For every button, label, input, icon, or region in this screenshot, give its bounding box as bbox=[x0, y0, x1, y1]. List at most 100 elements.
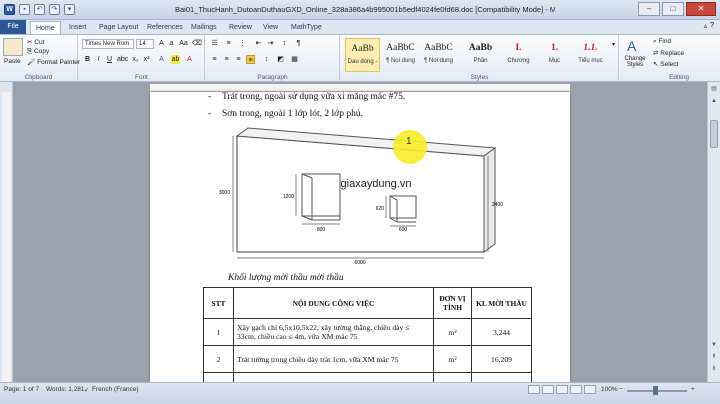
editing-label: Editing bbox=[669, 74, 689, 81]
web-layout-icon[interactable] bbox=[556, 385, 568, 394]
highlight-icon[interactable]: ab bbox=[171, 55, 180, 64]
numbering-icon[interactable]: ≡ bbox=[224, 39, 233, 48]
zoom-level[interactable]: 100% bbox=[601, 386, 618, 393]
borders-icon[interactable]: ▦ bbox=[290, 55, 299, 64]
select-button[interactable]: ↖ Select bbox=[653, 60, 678, 68]
underline-icon[interactable]: U bbox=[105, 55, 114, 64]
word-count[interactable]: Words: 1,281 bbox=[46, 386, 85, 393]
grow-font-icon[interactable]: A bbox=[157, 39, 166, 48]
align-right-icon[interactable]: ≡ bbox=[234, 55, 243, 64]
shrink-font-icon[interactable]: a bbox=[167, 39, 176, 48]
strikethrough-icon[interactable]: abc bbox=[117, 55, 128, 64]
style-noi-dung-2[interactable]: AaBbC ¶ Noi dung bbox=[421, 38, 456, 72]
show-marks-icon[interactable]: ¶ bbox=[294, 39, 303, 48]
change-case-icon[interactable]: Aa bbox=[179, 39, 188, 48]
close-button[interactable]: ✕ bbox=[686, 2, 716, 16]
tab-view[interactable]: View bbox=[258, 21, 283, 34]
style-dau-dong[interactable]: AaBb Dau dong - bbox=[345, 38, 380, 72]
paste-icon[interactable] bbox=[3, 38, 23, 56]
change-styles-button[interactable]: Change Styles bbox=[622, 56, 648, 68]
page-count[interactable]: Page: 1 of 7 bbox=[4, 386, 39, 393]
style-noi-dung-1[interactable]: AaBbC ¶ Noi dung bbox=[383, 38, 418, 72]
format-painter-icon: 🖌 bbox=[27, 59, 38, 66]
shading-icon[interactable]: ◩ bbox=[276, 55, 285, 64]
tab-page-layout[interactable]: Page Layout bbox=[94, 21, 143, 34]
print-layout-icon[interactable] bbox=[528, 385, 540, 394]
next-page-icon[interactable]: ⇟ bbox=[709, 364, 719, 374]
vertical-scrollbar[interactable]: ▤ ▲ ▼ ⇞ ⇟ bbox=[707, 82, 720, 382]
align-center-icon[interactable]: ≡ bbox=[222, 55, 231, 64]
style-phan[interactable]: AaBb Phần bbox=[463, 38, 498, 72]
language[interactable]: French (France) bbox=[92, 386, 139, 393]
scroll-thumb[interactable] bbox=[710, 120, 718, 148]
copy-button[interactable]: ⎘ Copy bbox=[27, 48, 49, 56]
superscript-icon[interactable]: x² bbox=[142, 55, 151, 64]
bold-icon[interactable]: B bbox=[83, 55, 92, 64]
cell-unit: m² bbox=[433, 372, 472, 382]
tab-home[interactable]: Home bbox=[30, 21, 61, 34]
decrease-indent-icon[interactable]: ⇤ bbox=[254, 39, 263, 48]
format-painter-button[interactable]: 🖌 Format Painter bbox=[27, 58, 80, 66]
style-muc[interactable]: 1. Mục bbox=[537, 38, 572, 72]
outline-icon[interactable] bbox=[570, 385, 582, 394]
tab-insert[interactable]: Insert bbox=[64, 21, 92, 34]
scroll-down-icon[interactable]: ▼ bbox=[709, 340, 719, 350]
bullets-icon[interactable]: ☰ bbox=[210, 39, 219, 48]
maximize-button[interactable]: □ bbox=[662, 2, 684, 16]
tab-file[interactable]: File bbox=[0, 20, 26, 34]
cursor-marker: 1 bbox=[406, 136, 412, 147]
customize-toolbar-icon[interactable]: ▾ bbox=[64, 4, 75, 15]
word-logo-icon[interactable]: W bbox=[4, 4, 15, 15]
tab-review[interactable]: Review bbox=[224, 21, 257, 34]
minimize-button[interactable]: – bbox=[638, 2, 660, 16]
proofing-icon[interactable]: ✓ bbox=[84, 386, 89, 394]
text-effects-icon[interactable]: A bbox=[157, 55, 166, 64]
cell-content: Trát tường ngoài chiều dày trát 1cm, vữa… bbox=[233, 372, 434, 382]
full-screen-reading-icon[interactable] bbox=[542, 385, 554, 394]
line-spacing-icon[interactable]: ↕ bbox=[262, 55, 271, 64]
font-size-select[interactable]: 14 bbox=[136, 39, 154, 49]
undo-icon[interactable]: ↶ bbox=[34, 4, 45, 15]
tab-references[interactable]: References bbox=[142, 21, 188, 34]
zoom-in-icon[interactable]: + bbox=[691, 386, 695, 393]
tab-mailings[interactable]: Mailings bbox=[186, 21, 222, 34]
cell-unit: m² bbox=[433, 345, 472, 373]
replace-button[interactable]: ⇄ Replace bbox=[653, 49, 684, 57]
previous-page-icon[interactable]: ⇞ bbox=[709, 352, 719, 362]
font-name-select[interactable]: Times New Rom bbox=[82, 39, 134, 49]
ruler-toggle-icon[interactable]: ▤ bbox=[709, 84, 719, 94]
multilevel-list-icon[interactable]: ⋮ bbox=[238, 39, 247, 48]
save-icon[interactable]: ▪ bbox=[19, 4, 30, 15]
dim-left-height: 3000 bbox=[219, 190, 230, 196]
help-icon[interactable]: ? bbox=[710, 22, 714, 30]
col-content: NỘI DUNG CÔNG VIỆC bbox=[233, 287, 434, 319]
sort-icon[interactable]: ↕ bbox=[280, 39, 289, 48]
font-color-icon[interactable]: A bbox=[185, 55, 194, 64]
style-chuong[interactable]: I. Chương bbox=[501, 38, 536, 72]
change-styles-icon[interactable]: A bbox=[627, 38, 636, 54]
bill-of-quantities-table: STT NỘI DUNG CÔNG VIỆC ĐƠN VỊ TÍNH KL MỜ… bbox=[203, 287, 532, 382]
styles-more-icon[interactable]: ▾ bbox=[609, 41, 618, 50]
increase-indent-icon[interactable]: ⇥ bbox=[266, 39, 275, 48]
scroll-up-icon[interactable]: ▲ bbox=[709, 96, 719, 106]
justify-icon[interactable]: ≡ bbox=[246, 55, 255, 64]
zoom-slider-handle[interactable] bbox=[653, 386, 658, 395]
clear-format-icon[interactable]: ⌫ bbox=[192, 39, 202, 48]
document-page[interactable]: - Trát trong, ngoài sử dụng vữa xi măng m… bbox=[150, 92, 570, 382]
italic-icon[interactable]: I bbox=[94, 55, 103, 64]
style-tieu-muc[interactable]: 1.1. Tiểu mục bbox=[573, 38, 608, 72]
horizontal-ruler[interactable] bbox=[150, 84, 570, 92]
subscript-icon[interactable]: x₂ bbox=[131, 55, 140, 64]
paragraph-group: ☰ ≡ ⋮ ⇤ ⇥ ↕ ¶ ≡ ≡ ≡ ≡ ↕ ◩ ▦ Paragraph bbox=[206, 35, 340, 82]
vertical-ruler[interactable] bbox=[2, 92, 11, 382]
minimize-ribbon-icon[interactable]: ▵ bbox=[704, 22, 708, 30]
zoom-out-icon[interactable]: − bbox=[619, 386, 623, 393]
paste-button[interactable]: Paste bbox=[4, 58, 21, 65]
draft-icon[interactable] bbox=[584, 385, 596, 394]
redo-icon[interactable]: ↷ bbox=[49, 4, 60, 15]
align-left-icon[interactable]: ≡ bbox=[210, 55, 219, 64]
title-bar: W ▪ ↶ ↷ ▾ Bai01_ThucHanh_DutoanDuthauGXD… bbox=[0, 0, 720, 20]
tab-mathtype[interactable]: MathType bbox=[286, 21, 327, 34]
cut-button[interactable]: ✂ Cut bbox=[27, 38, 44, 46]
find-button[interactable]: ⌕ Find bbox=[653, 38, 671, 46]
